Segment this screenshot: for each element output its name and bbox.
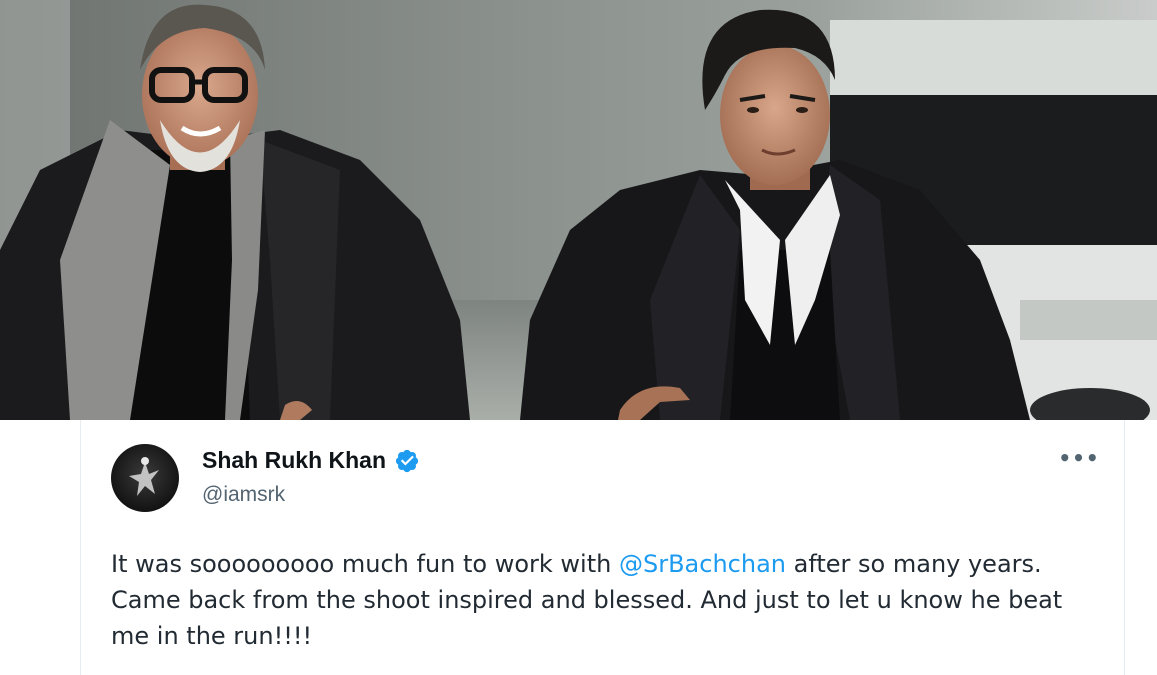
photo-illustration (0, 0, 1157, 420)
author-name-row: Shah Rukh Khan (202, 447, 420, 474)
photo (0, 0, 1157, 420)
verified-badge-icon (395, 449, 419, 472)
tweet-text: It was sooooooooo much fun to work with … (111, 546, 1101, 654)
avatar-figure-icon (129, 457, 159, 496)
mention-link[interactable]: @SrBachchan (619, 550, 786, 578)
tweet-card: Shah Rukh Khan @iamsrk ••• It was sooooo… (80, 420, 1125, 675)
screenshot: Shah Rukh Khan @iamsrk ••• It was sooooo… (0, 0, 1157, 675)
profile-avatar[interactable] (111, 444, 179, 512)
tweet-text-part-1: It was sooooooooo much fun to work with (111, 550, 619, 578)
display-name[interactable]: Shah Rukh Khan (202, 447, 386, 474)
more-options-icon[interactable]: ••• (1058, 446, 1098, 470)
user-handle[interactable]: @iamsrk (202, 483, 285, 507)
